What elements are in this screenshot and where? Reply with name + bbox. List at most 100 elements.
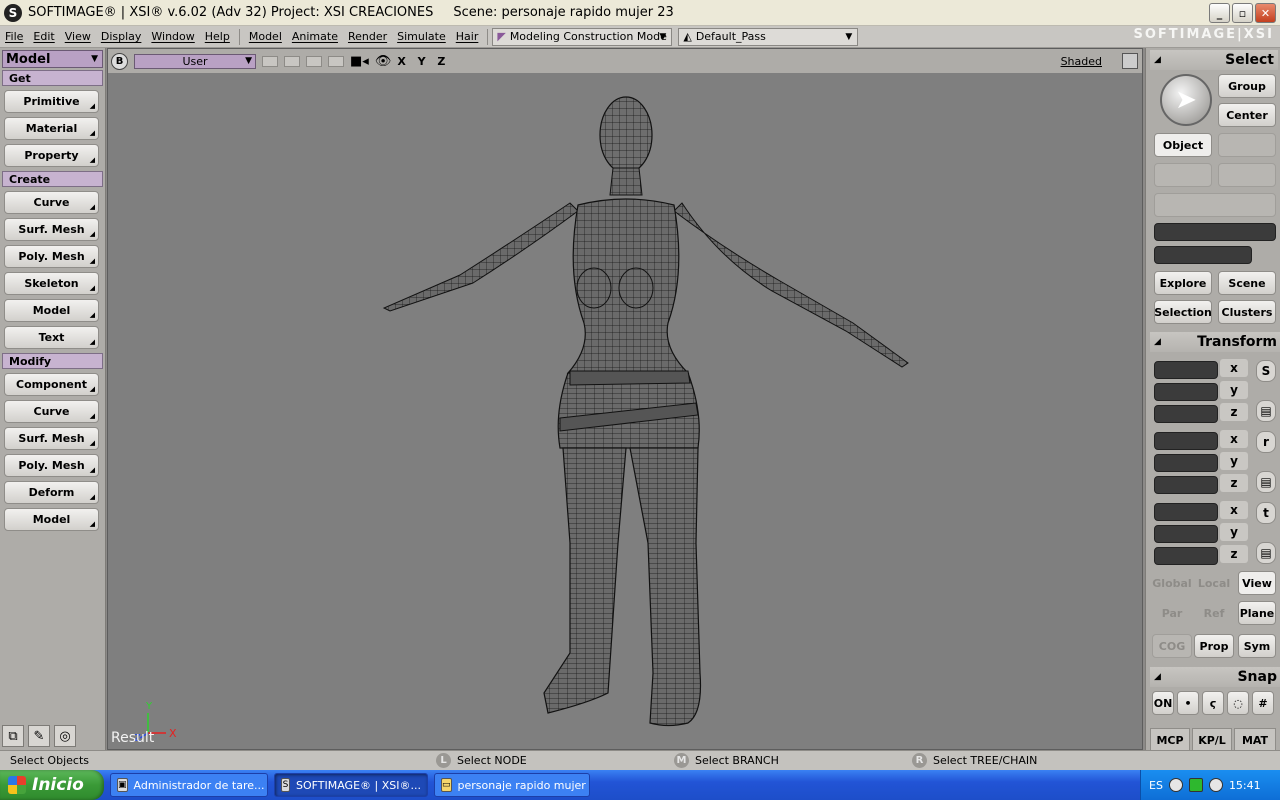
rotate-z-label[interactable]: z bbox=[1220, 474, 1248, 492]
menu-simulate[interactable]: Simulate bbox=[392, 30, 451, 43]
group-button[interactable]: Group bbox=[1218, 74, 1276, 98]
task-task-manager[interactable]: ▣ Administrador de tare... bbox=[110, 773, 268, 797]
eye-icon[interactable]: 👁 bbox=[375, 54, 392, 69]
viewport-slot[interactable] bbox=[262, 55, 278, 67]
snap-section-header[interactable]: ◢ Snap bbox=[1150, 667, 1280, 687]
modify-surf-mesh-button[interactable]: Surf. Mesh ◢ bbox=[4, 427, 99, 450]
menu-help[interactable]: Help bbox=[200, 30, 235, 43]
empty-select-button[interactable] bbox=[1154, 163, 1212, 187]
plane-button[interactable]: Plane bbox=[1238, 601, 1276, 625]
viewport-slot[interactable] bbox=[328, 55, 344, 67]
empty-select-button[interactable] bbox=[1218, 163, 1276, 187]
snap-grid-icon[interactable]: # bbox=[1252, 691, 1274, 715]
camera-dropdown[interactable]: User ▼ bbox=[134, 53, 256, 69]
task-folder[interactable]: ▭ personaje rapido mujer bbox=[434, 773, 590, 797]
create-poly-mesh-button[interactable]: Poly. Mesh ◢ bbox=[4, 245, 99, 268]
menu-edit[interactable]: Edit bbox=[28, 30, 59, 43]
translate-toggle[interactable]: t bbox=[1256, 502, 1276, 524]
clusters-button[interactable]: Clusters bbox=[1218, 300, 1276, 324]
snap-on-button[interactable]: ON bbox=[1152, 691, 1174, 715]
volume-icon[interactable] bbox=[1208, 778, 1223, 792]
scale-toggle[interactable]: S bbox=[1256, 360, 1276, 382]
3d-viewport[interactable]: B User ▼ ■◂ 👁 X Y Z Shaded Y X Z Result bbox=[107, 48, 1143, 750]
tab-kpl[interactable]: KP/L bbox=[1192, 728, 1232, 752]
tray-app-icon[interactable] bbox=[1188, 778, 1203, 792]
create-text-button[interactable]: Text ◢ bbox=[4, 326, 99, 349]
selection-button[interactable]: Selection bbox=[1154, 300, 1212, 324]
local-button[interactable]: Local bbox=[1194, 571, 1234, 595]
par-button[interactable]: Par bbox=[1152, 601, 1192, 625]
selection-name-field[interactable] bbox=[1154, 223, 1276, 241]
scene-button[interactable]: Scene bbox=[1218, 271, 1276, 295]
translate-x-label[interactable]: x bbox=[1220, 501, 1248, 519]
viewport-b-button[interactable]: B bbox=[111, 52, 128, 70]
scale-z-label[interactable]: z bbox=[1220, 403, 1248, 421]
empty-select-button[interactable] bbox=[1218, 133, 1276, 157]
rotate-z-field[interactable] bbox=[1154, 476, 1218, 494]
create-model-button[interactable]: Model ◢ bbox=[4, 299, 99, 322]
scale-y-field[interactable] bbox=[1154, 383, 1218, 401]
snap-surface-icon[interactable]: ◌ bbox=[1227, 691, 1249, 715]
rotate-toggle[interactable]: r bbox=[1256, 431, 1276, 453]
translate-lock-icon[interactable]: ▤ bbox=[1256, 542, 1276, 564]
maximize-viewport-button[interactable] bbox=[1122, 53, 1138, 69]
tab-mat[interactable]: MAT bbox=[1234, 728, 1276, 752]
construction-mode-dropdown[interactable]: ◤ Modeling Construction Mode ▼ bbox=[492, 27, 673, 46]
menu-model[interactable]: Model bbox=[244, 30, 287, 43]
rotate-x-field[interactable] bbox=[1154, 432, 1218, 450]
menu-file[interactable]: File bbox=[0, 30, 28, 43]
global-button[interactable]: Global bbox=[1152, 571, 1192, 595]
select-arrow-icon[interactable]: ➤ bbox=[1160, 74, 1212, 126]
modify-poly-mesh-button[interactable]: Poly. Mesh ◢ bbox=[4, 454, 99, 477]
scale-y-label[interactable]: y bbox=[1220, 381, 1248, 399]
translate-x-field[interactable] bbox=[1154, 503, 1218, 521]
translate-z-field[interactable] bbox=[1154, 547, 1218, 565]
close-button[interactable]: ✕ bbox=[1255, 3, 1276, 23]
snap-point-icon[interactable]: • bbox=[1177, 691, 1199, 715]
scale-x-label[interactable]: x bbox=[1220, 359, 1248, 377]
translate-z-label[interactable]: z bbox=[1220, 545, 1248, 563]
language-indicator[interactable]: ES bbox=[1149, 779, 1163, 792]
create-surf-mesh-button[interactable]: Surf. Mesh ◢ bbox=[4, 218, 99, 241]
minimize-button[interactable]: _ bbox=[1209, 3, 1230, 23]
cog-button[interactable]: COG bbox=[1152, 634, 1192, 658]
create-skeleton-button[interactable]: Skeleton ◢ bbox=[4, 272, 99, 295]
rotate-y-label[interactable]: y bbox=[1220, 452, 1248, 470]
camera-icon[interactable]: ■◂ bbox=[350, 54, 369, 69]
select-filter-dropdown[interactable] bbox=[1154, 193, 1276, 217]
menu-window[interactable]: Window bbox=[146, 30, 199, 43]
snap-curve-icon[interactable]: ϛ bbox=[1202, 691, 1224, 715]
pass-dropdown[interactable]: ◭ Default_Pass ▼ bbox=[678, 27, 859, 46]
menu-display[interactable]: Display bbox=[96, 30, 147, 43]
palette-paint-icon[interactable]: ◎ bbox=[54, 725, 76, 747]
module-selector[interactable]: Model ▼ bbox=[2, 50, 103, 68]
translate-y-label[interactable]: y bbox=[1220, 523, 1248, 541]
maximize-button[interactable]: ▫ bbox=[1232, 3, 1253, 23]
center-button[interactable]: Center bbox=[1218, 103, 1276, 127]
menu-view[interactable]: View bbox=[60, 30, 96, 43]
select-section-header[interactable]: ◢ Select bbox=[1150, 50, 1278, 70]
view-button[interactable]: View bbox=[1238, 571, 1276, 595]
menu-render[interactable]: Render bbox=[343, 30, 392, 43]
get-property-button[interactable]: Property ◢ bbox=[4, 144, 99, 167]
create-curve-button[interactable]: Curve ◢ bbox=[4, 191, 99, 214]
modify-deform-button[interactable]: Deform ◢ bbox=[4, 481, 99, 504]
modify-model-button[interactable]: Model ◢ bbox=[4, 508, 99, 531]
tab-mcp[interactable]: MCP bbox=[1150, 728, 1190, 752]
translate-y-field[interactable] bbox=[1154, 525, 1218, 543]
object-button[interactable]: Object bbox=[1154, 133, 1212, 157]
get-material-button[interactable]: Material ◢ bbox=[4, 117, 99, 140]
menu-hair[interactable]: Hair bbox=[451, 30, 484, 43]
sym-button[interactable]: Sym bbox=[1238, 634, 1276, 658]
modify-component-button[interactable]: Component ◢ bbox=[4, 373, 99, 396]
rotate-y-field[interactable] bbox=[1154, 454, 1218, 472]
modify-curve-button[interactable]: Curve ◢ bbox=[4, 400, 99, 423]
selection-type-field[interactable] bbox=[1154, 246, 1252, 264]
explore-button[interactable]: Explore bbox=[1154, 271, 1212, 295]
scale-lock-icon[interactable]: ▤ bbox=[1256, 400, 1276, 422]
get-primitive-button[interactable]: Primitive ◢ bbox=[4, 90, 99, 113]
viewport-slot[interactable] bbox=[306, 55, 322, 67]
transform-section-header[interactable]: ◢ Transform bbox=[1150, 332, 1280, 352]
axis-toggle[interactable]: X Y Z bbox=[397, 55, 449, 68]
shading-mode[interactable]: Shaded bbox=[1061, 55, 1102, 68]
